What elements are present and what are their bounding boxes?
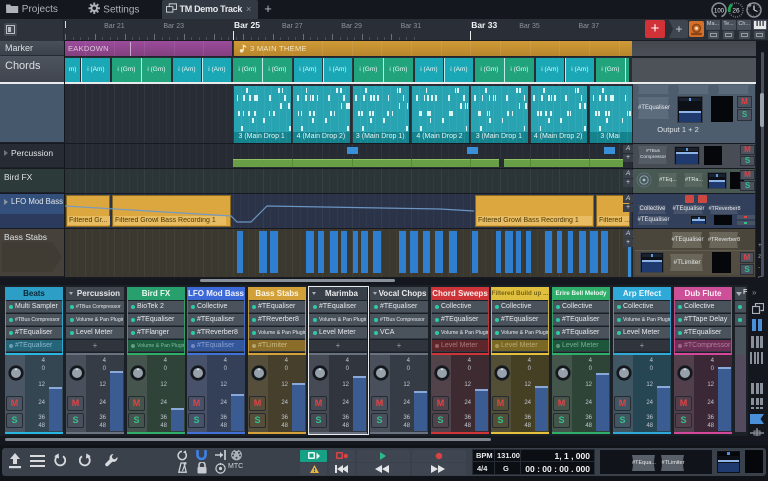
svg-text:26: 26 xyxy=(732,8,740,15)
svg-text:100: 100 xyxy=(714,8,725,14)
svg-text:+: + xyxy=(675,22,682,36)
